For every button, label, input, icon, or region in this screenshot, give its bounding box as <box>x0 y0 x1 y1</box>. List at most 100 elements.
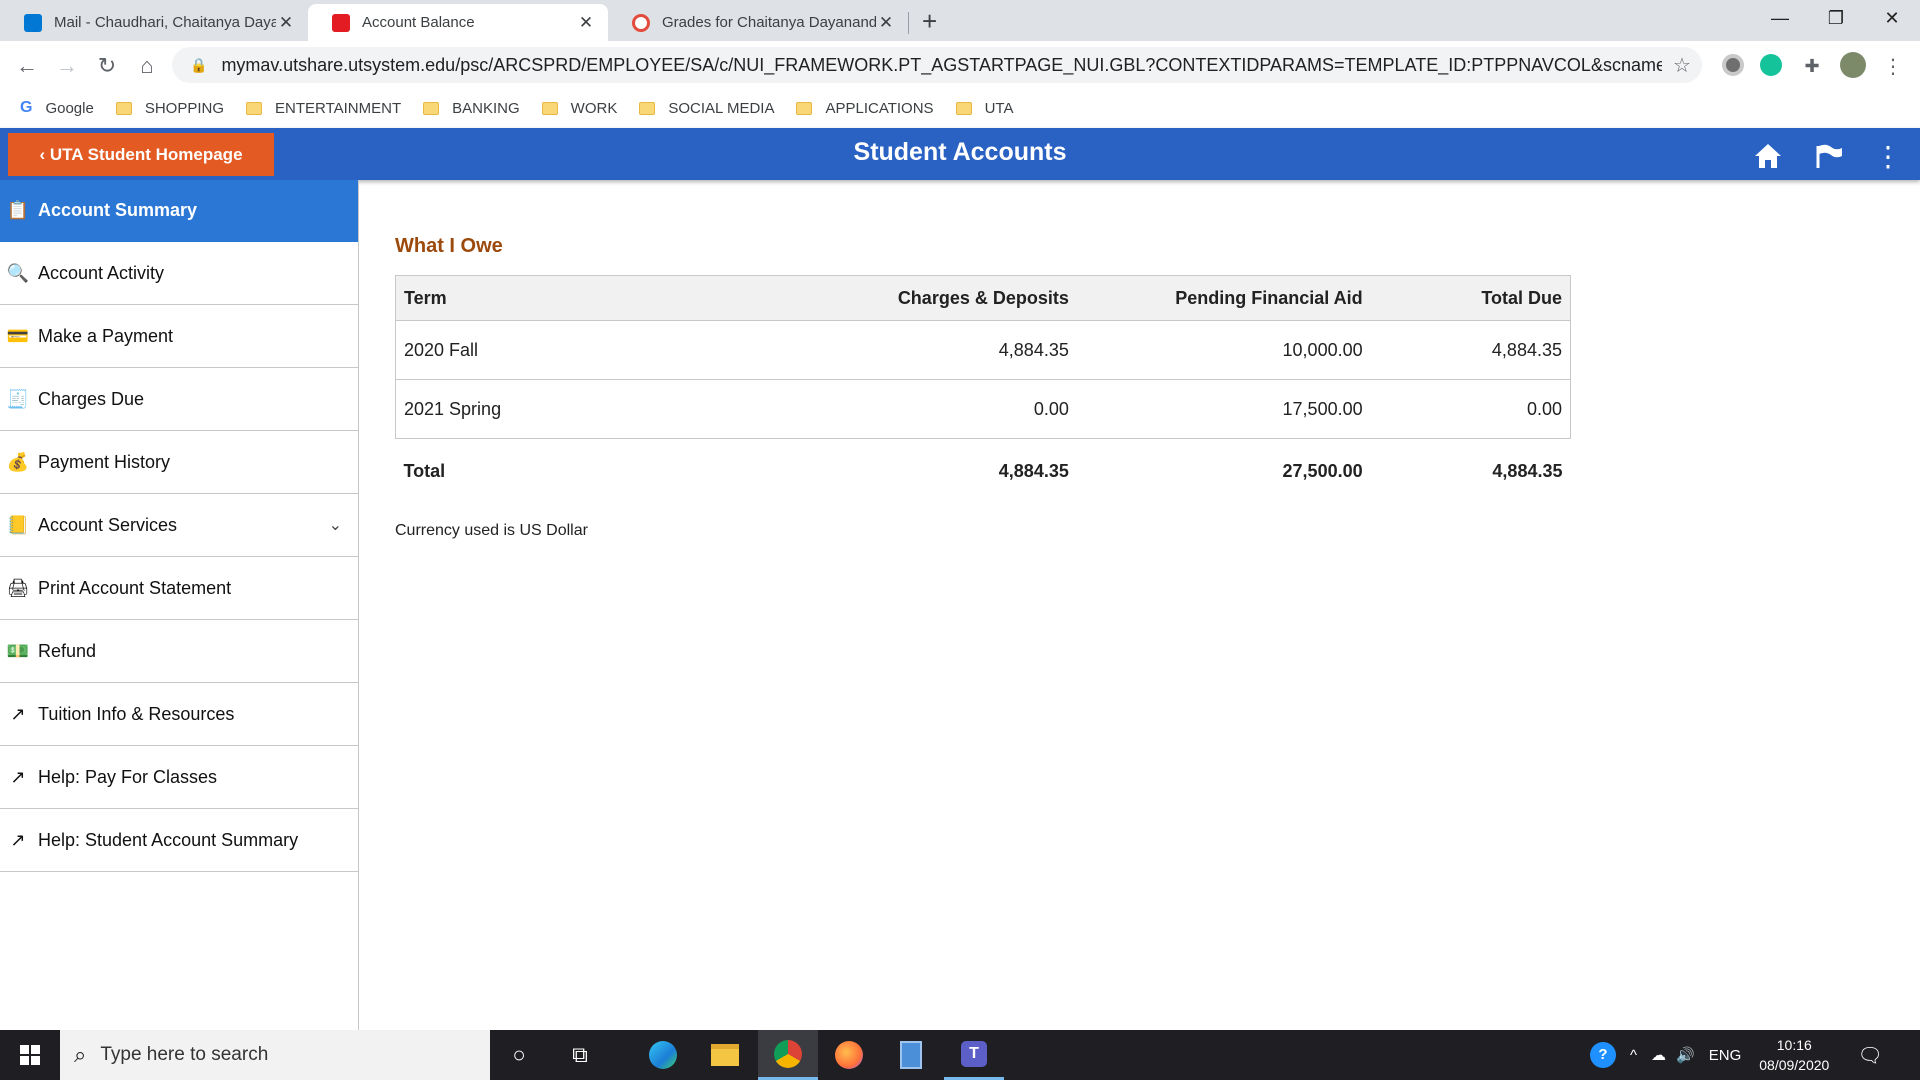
account-balance-favicon <box>332 13 350 32</box>
app-header: ‹ UTA Student Homepage Student Accounts … <box>0 128 1920 180</box>
sidebar-item-label: Charges Due <box>38 388 145 409</box>
sidebar-item-make-a-payment[interactable]: 💳 Make a Payment <box>0 305 358 368</box>
sidebar-item-help-pay-for-classes[interactable]: ↗ Help: Pay For Classes <box>0 746 358 809</box>
tab-title: Account Balance <box>362 14 475 31</box>
back-button[interactable]: ← <box>12 51 42 81</box>
close-window-button[interactable]: ✕ <box>1864 0 1920 36</box>
home-icon[interactable]: ⌂ <box>132 51 162 81</box>
canvas-icon <box>632 13 650 32</box>
tab-mail[interactable]: Mail - Chaudhari, Chaitanya Daya ✕ <box>0 4 308 41</box>
currency-note: Currency used is US Dollar <box>395 522 588 539</box>
firefox-icon[interactable] <box>819 1030 879 1080</box>
sidebar-item-payment-history[interactable]: 💰 Payment History <box>0 431 358 494</box>
sidebar-item-label: Help: Pay For Classes <box>38 766 218 787</box>
sidebar-item-tuition-info[interactable]: ↗ Tuition Info & Resources <box>0 683 358 746</box>
close-tab-icon[interactable]: ✕ <box>276 13 296 33</box>
clock[interactable]: 10:16 08/09/2020 <box>1759 1035 1829 1075</box>
table-row: 2021 Spring 0.00 17,500.00 0.00 <box>395 379 1571 439</box>
teams-icon[interactable]: T <box>944 1030 1004 1080</box>
restore-button[interactable]: ❐ <box>1808 0 1864 36</box>
clock-date: 08/09/2020 <box>1759 1057 1830 1073</box>
address-bar[interactable]: 🔒 mymav.utshare.utsystem.edu/psc/ARCSPRD… <box>172 47 1702 83</box>
lock-icon[interactable]: 🔒 <box>190 57 207 74</box>
activity-icon: 🔍 <box>6 262 30 283</box>
bookmark-social-media[interactable]: SOCIAL MEDIA <box>639 100 774 117</box>
folder-icon <box>955 101 972 115</box>
language-indicator[interactable]: ENG <box>1709 1047 1742 1064</box>
bookmark-star-icon[interactable]: ☆ <box>1662 53 1702 78</box>
chevron-down-icon[interactable]: ⌄ <box>329 515 342 535</box>
external-link-icon: ↗ <box>10 766 26 787</box>
flag-icon[interactable] <box>1811 138 1847 174</box>
minimize-button[interactable]: — <box>1752 0 1808 36</box>
reload-button[interactable]: ↻ <box>92 51 122 81</box>
volume-icon[interactable]: 🔊 <box>1676 1046 1695 1064</box>
cortana-icon[interactable]: ○ <box>489 1030 549 1080</box>
bookmark-label: Google <box>45 99 94 117</box>
extensions-puzzle-icon[interactable]: ✚ <box>1797 51 1827 81</box>
tab-title: Mail - Chaudhari, Chaitanya Daya <box>54 14 276 31</box>
task-view-icon[interactable]: ⧉ <box>550 1030 610 1080</box>
edge-icon[interactable] <box>633 1030 693 1080</box>
more-options-icon[interactable]: ⋮ <box>1870 138 1906 174</box>
folder-icon <box>246 101 263 115</box>
bookmark-shopping[interactable]: SHOPPING <box>115 100 224 117</box>
chevron-up-icon[interactable]: ^ <box>1630 1047 1637 1064</box>
grammarly-icon[interactable] <box>1760 54 1782 76</box>
bookmark-uta[interactable]: UTA <box>955 99 1014 117</box>
table-total-row: Total 4,884.35 27,500.00 4,884.35 <box>396 439 1571 505</box>
tab-account-balance[interactable]: Account Balance ✕ <box>308 4 608 41</box>
chrome-icon[interactable] <box>758 1030 818 1080</box>
bookmark-banking[interactable]: BANKING <box>423 100 520 117</box>
bookmark-google[interactable]: G Google <box>20 99 94 117</box>
file-explorer-icon[interactable] <box>695 1030 755 1080</box>
bookmarks-bar: G Google SHOPPING ENTERTAINMENT BANKING … <box>0 89 1920 127</box>
close-tab-icon[interactable]: ✕ <box>576 13 596 33</box>
notifications-icon[interactable]: 🗨 <box>1857 1043 1882 1068</box>
bookmark-work[interactable]: WORK <box>541 100 617 117</box>
folder-icon <box>541 101 558 115</box>
summary-icon: 📋 <box>6 200 30 220</box>
column-header-pending-aid: Pending Financial Aid <box>1076 275 1371 321</box>
bookmark-label: SOCIAL MEDIA <box>668 99 775 117</box>
sidebar-item-charges-due[interactable]: 🧾 Charges Due <box>0 368 358 431</box>
term-cell: 2020 Fall <box>395 320 696 380</box>
home-icon[interactable] <box>1750 138 1786 174</box>
sidebar-item-help-student-account-summary[interactable]: ↗ Help: Student Account Summary <box>0 809 358 872</box>
browser-menu-icon[interactable]: ⋮ <box>1878 51 1908 81</box>
total-due-cell: 0.00 <box>1370 379 1571 439</box>
sidebar-item-print-account-statement[interactable]: 🖨 Print Account Statement <box>0 557 358 620</box>
close-tab-icon[interactable]: ✕ <box>876 13 896 33</box>
pending-aid-cell: 17,500.00 <box>1076 379 1371 439</box>
tab-strip: Mail - Chaudhari, Chaitanya Daya ✕ Accou… <box>0 0 1920 41</box>
main-content: What I Owe Term Charges & Deposits Pendi… <box>360 180 1920 1030</box>
sidebar-item-account-services[interactable]: 📒 Account Services ⌄ <box>0 494 358 557</box>
url-text[interactable]: mymav.utshare.utsystem.edu/psc/ARCSPRD/E… <box>221 55 1662 76</box>
sidebar-item-account-activity[interactable]: 🔍 Account Activity <box>0 242 358 305</box>
external-link-icon: ↗ <box>10 703 26 724</box>
history-icon: 💰 <box>6 451 30 472</box>
sidebar-item-account-summary[interactable]: 📋 Account Summary <box>0 180 358 242</box>
google-icon: G <box>20 99 33 116</box>
bookmark-label: UTA <box>984 99 1014 117</box>
uta-student-homepage-button[interactable]: ‹ UTA Student Homepage <box>8 133 274 176</box>
bookmark-applications[interactable]: APPLICATIONS <box>796 99 934 117</box>
onedrive-icon[interactable]: ☁ <box>1651 1046 1666 1064</box>
sidebar-item-refund[interactable]: 💵 Refund <box>0 620 358 683</box>
new-tab-button[interactable]: + <box>922 6 937 37</box>
forward-button[interactable]: → <box>52 51 82 81</box>
profile-avatar[interactable] <box>1840 52 1866 78</box>
calculator-icon[interactable] <box>881 1030 941 1080</box>
total-label: Total <box>403 461 446 482</box>
bookmark-entertainment[interactable]: ENTERTAINMENT <box>246 100 401 117</box>
help-icon[interactable]: ? <box>1590 1042 1616 1068</box>
charges-cell: 4,884.35 <box>695 320 1077 380</box>
sidebar-item-label: Account Summary <box>38 200 198 220</box>
tab-grades[interactable]: Grades for Chaitanya Dayanand ( ✕ <box>608 4 908 41</box>
bookmark-label: APPLICATIONS <box>825 99 934 117</box>
tab-divider <box>908 12 909 34</box>
extension-icon[interactable] <box>1722 54 1744 76</box>
search-icon: ⌕ <box>74 1042 87 1067</box>
start-button[interactable] <box>0 1030 60 1080</box>
taskbar-search-box[interactable]: ⌕ Type here to search <box>60 1030 490 1080</box>
